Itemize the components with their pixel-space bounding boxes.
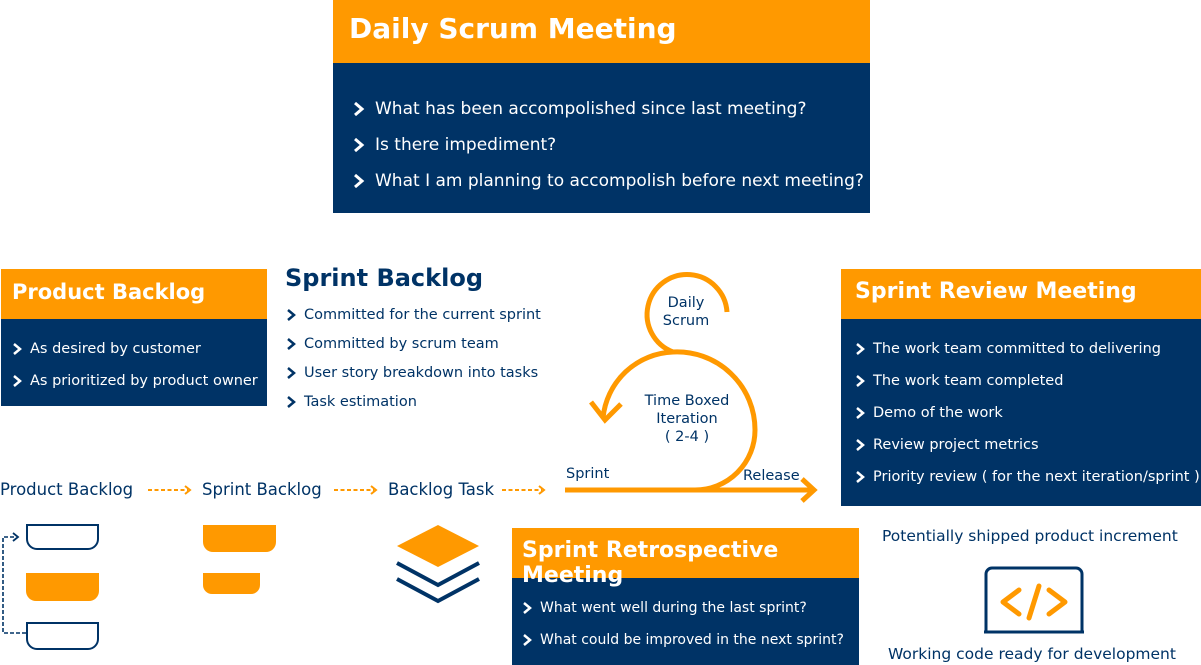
list-item: User story breakdown into tasks bbox=[285, 358, 555, 387]
chevron-right-icon bbox=[855, 471, 865, 483]
list-item: Is there impediment? bbox=[353, 127, 870, 163]
sprint-label: Sprint bbox=[566, 466, 610, 482]
list-item: Task estimation bbox=[285, 387, 555, 416]
list-item: What could be improved in the next sprin… bbox=[522, 624, 859, 656]
chevron-right-icon bbox=[353, 174, 365, 188]
code-icon bbox=[984, 566, 1084, 634]
daily-scrum-card: Daily Scrum Meeting What has been accomp… bbox=[333, 0, 870, 213]
list-item: Priority review ( for the next iteration… bbox=[855, 461, 1201, 493]
release-label: Release bbox=[743, 468, 800, 484]
daily-scrum-body: What has been accompolished since last m… bbox=[333, 63, 870, 213]
chevron-right-icon bbox=[522, 634, 532, 646]
chevron-right-icon bbox=[855, 375, 865, 387]
chevron-right-icon bbox=[286, 366, 296, 379]
sprint-review-title: Sprint Review Meeting bbox=[841, 269, 1201, 319]
product-backlog-body: As desired by customer As prioritized by… bbox=[1, 319, 267, 406]
chevron-right-icon bbox=[353, 102, 365, 116]
list-item: Demo of the work bbox=[855, 397, 1201, 429]
chevron-right-icon bbox=[522, 602, 532, 614]
daily-scrum-title: Daily Scrum Meeting bbox=[333, 0, 870, 63]
increment-top-label: Potentially shipped product increment bbox=[882, 527, 1178, 545]
sprint-retrospective-title: Sprint Retrospective Meeting bbox=[512, 528, 859, 588]
layers-icon bbox=[396, 525, 480, 604]
chevron-right-icon bbox=[286, 308, 296, 321]
chevron-right-icon bbox=[855, 407, 865, 419]
list-item: As prioritized by product owner bbox=[12, 365, 267, 397]
iteration-label: Time Boxed Iteration ( 2-4 ) bbox=[644, 393, 730, 445]
list-item: As desired by customer bbox=[12, 333, 267, 365]
list-item: What went well during the last sprint? bbox=[522, 592, 859, 624]
sprint-retrospective-card: Sprint Retrospective Meeting What went w… bbox=[512, 528, 859, 665]
list-item: Committed for the current sprint bbox=[285, 300, 555, 329]
sprint-review-body: The work team committed to delivering Th… bbox=[841, 319, 1201, 506]
chevron-right-icon bbox=[12, 375, 22, 387]
flow-step-sprint-backlog: Sprint Backlog bbox=[202, 480, 322, 499]
sprint-backlog-title: Sprint Backlog bbox=[285, 264, 484, 292]
sprint-review-card: Sprint Review Meeting The work team comm… bbox=[841, 269, 1201, 506]
sprint-backlog-section: Sprint Backlog Committed for the current… bbox=[285, 264, 555, 416]
product-backlog-stack-icon bbox=[2, 524, 99, 650]
chevron-right-icon bbox=[855, 439, 865, 451]
list-item: Committed by scrum team bbox=[285, 329, 555, 358]
increment-bottom-label: Working code ready for development bbox=[888, 645, 1176, 663]
list-item: Review project metrics bbox=[855, 429, 1201, 461]
list-item: What I am planning to accompolish before… bbox=[353, 163, 870, 199]
sprint-retrospective-body: What went well during the last sprint? W… bbox=[512, 578, 859, 665]
dashed-arrow-icon bbox=[334, 484, 380, 496]
dashed-arrow-icon bbox=[502, 484, 548, 496]
list-item: What has been accompolished since last m… bbox=[353, 91, 870, 127]
chevron-right-icon bbox=[12, 343, 22, 355]
list-item: The work team committed to delivering bbox=[855, 333, 1201, 365]
sprint-backlog-blocks-icon bbox=[203, 525, 276, 594]
flow-step-product-backlog: Product Backlog bbox=[0, 480, 134, 499]
daily-scrum-label: Daily Scrum bbox=[662, 295, 710, 329]
dashed-arrow-icon bbox=[148, 484, 194, 496]
product-backlog-card: Product Backlog As desired by customer A… bbox=[1, 269, 267, 406]
product-backlog-title: Product Backlog bbox=[1, 269, 267, 319]
flow-step-backlog-task: Backlog Task bbox=[388, 480, 495, 499]
chevron-right-icon bbox=[286, 395, 296, 408]
chevron-right-icon bbox=[286, 337, 296, 350]
chevron-right-icon bbox=[353, 138, 365, 152]
chevron-right-icon bbox=[855, 343, 865, 355]
list-item: The work team completed bbox=[855, 365, 1201, 397]
